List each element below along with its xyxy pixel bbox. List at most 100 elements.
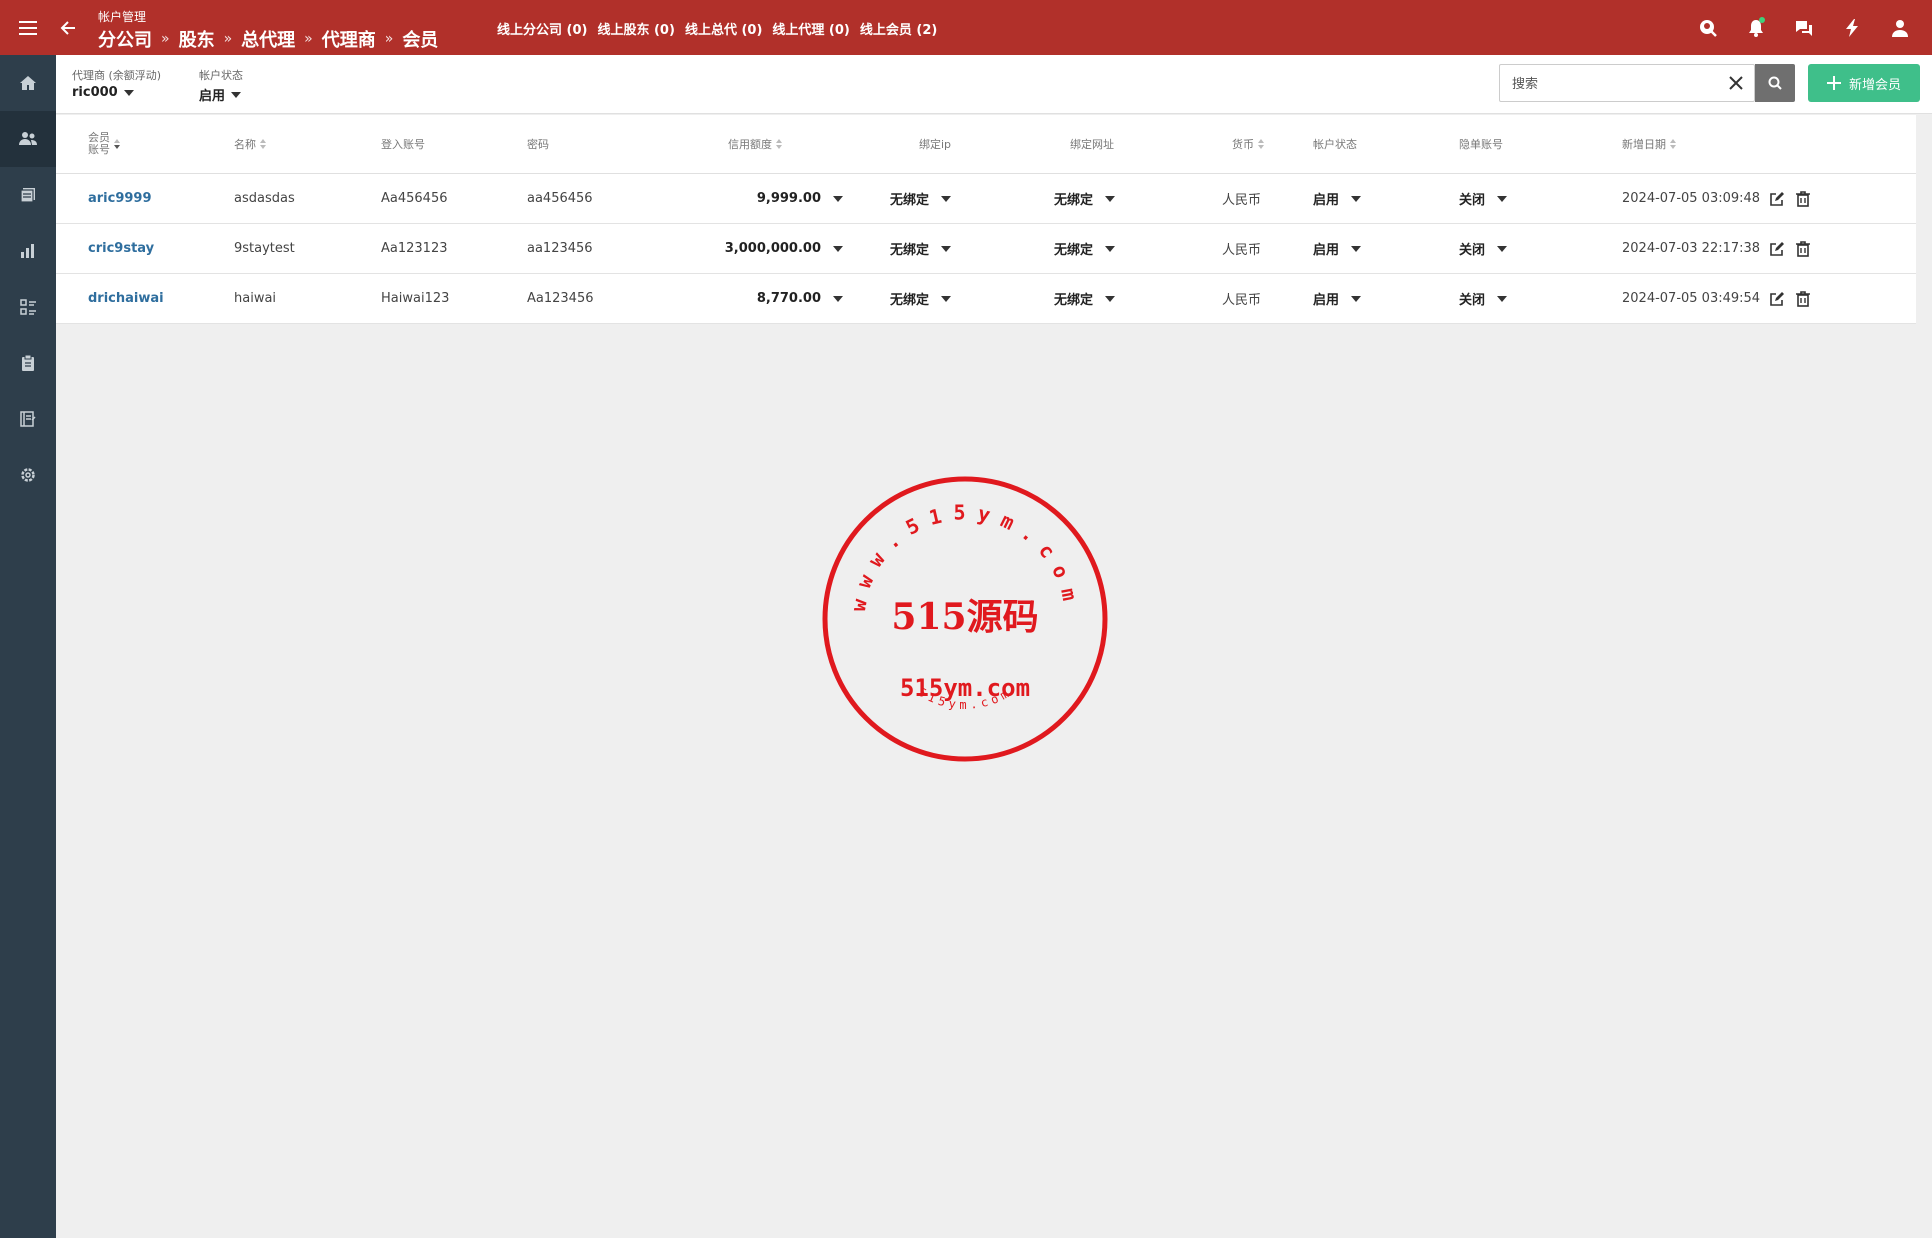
col-bind-ip: 绑定ip xyxy=(919,138,952,151)
breadcrumb-item-member: 会员 xyxy=(402,30,439,51)
add-member-button[interactable]: 新增会员 xyxy=(1808,64,1920,102)
table-header: 会员 账号 名称 登入账号 密码 信用额度 绑定ip 绑定网址 货币 帐户状态 隐… xyxy=(56,115,1916,174)
search-box xyxy=(1499,64,1755,102)
sidebar-item-home[interactable] xyxy=(0,55,56,111)
credit-dropdown[interactable]: 9,999.00 xyxy=(757,174,843,223)
chat-icon[interactable] xyxy=(1790,14,1818,42)
close-icon[interactable] xyxy=(1726,73,1746,93)
sort-icon xyxy=(114,139,120,149)
col-currency[interactable]: 货币 xyxy=(1232,115,1264,173)
sidebar-item-settings[interactable] xyxy=(0,447,56,503)
sort-icon xyxy=(1670,139,1676,149)
bell-icon[interactable] xyxy=(1742,14,1770,42)
col-name[interactable]: 名称 xyxy=(234,115,266,173)
caret-down-icon xyxy=(1497,245,1508,252)
online-stats: 线上分公司 (0) 线上股东 (0) 线上总代 (0) 线上代理 (0) 线上会… xyxy=(497,19,937,38)
breadcrumb-item-shareholder[interactable]: 股东 xyxy=(179,26,215,52)
currency: 人民币 xyxy=(1222,293,1262,308)
breadcrumb-item-agent[interactable]: 代理商 xyxy=(322,26,376,52)
watermark-stamp: www.515ym.com 515源码 515ym.com 515ym.com xyxy=(820,474,1110,764)
sidebar-item-users[interactable] xyxy=(0,111,56,167)
hidden-dropdown[interactable]: 关闭 xyxy=(1459,224,1508,273)
users-icon xyxy=(19,131,37,147)
caret-down-icon xyxy=(231,91,242,98)
agent-filter-label: 代理商 (余额浮动) xyxy=(72,69,162,82)
row-actions xyxy=(1769,224,1811,273)
top-bar: 帐户管理 分公司 » 股东 » 总代理 » 代理商 » 会员 线上分公司 (0)… xyxy=(0,0,1932,55)
breadcrumb-item-company[interactable]: 分公司 xyxy=(98,26,152,52)
caret-down-icon xyxy=(1351,195,1362,202)
breadcrumb-separator: » xyxy=(304,31,313,47)
edit-icon[interactable] xyxy=(1769,241,1785,257)
col-created[interactable]: 新增日期 xyxy=(1622,115,1676,173)
lightning-icon[interactable] xyxy=(1838,14,1866,42)
col-account[interactable]: 会员 账号 xyxy=(88,115,120,173)
trash-icon[interactable] xyxy=(1795,290,1811,307)
breadcrumb: 分公司 » 股东 » 总代理 » 代理商 » 会员 xyxy=(98,26,438,52)
col-credit[interactable]: 信用额度 xyxy=(728,115,782,173)
bind-ip-dropdown[interactable]: 无绑定 xyxy=(890,224,952,273)
online-member-count[interactable]: 线上会员 (2) xyxy=(860,19,937,38)
sidebar-item-clipboard[interactable] xyxy=(0,335,56,391)
search-input[interactable] xyxy=(1510,72,1714,96)
breadcrumb-item-general-agent[interactable]: 总代理 xyxy=(241,26,295,52)
hidden-dropdown[interactable]: 关闭 xyxy=(1459,274,1508,323)
status-dropdown[interactable]: 启用 xyxy=(1313,224,1362,273)
members-table: 会员 账号 名称 登入账号 密码 信用额度 绑定ip 绑定网址 货币 帐户状态 隐… xyxy=(56,115,1916,324)
sidebar-item-notebook[interactable] xyxy=(0,391,56,447)
search-user-icon[interactable] xyxy=(1694,14,1722,42)
caret-down-icon xyxy=(833,295,843,302)
table-row: aric9999 asdasdas Aa456456 aa456456 9,99… xyxy=(56,174,1916,224)
trash-icon[interactable] xyxy=(1795,240,1811,257)
search-button[interactable] xyxy=(1755,64,1795,102)
caret-down-icon xyxy=(1105,245,1116,252)
status-dropdown[interactable]: 启用 xyxy=(1313,174,1362,223)
member-name: 9staytest xyxy=(234,241,295,256)
currency: 人民币 xyxy=(1222,193,1262,208)
hidden-dropdown[interactable]: 关闭 xyxy=(1459,174,1508,223)
menu-icon[interactable] xyxy=(14,14,42,42)
member-login: Aa456456 xyxy=(381,191,448,206)
sidebar-item-documents[interactable] xyxy=(0,167,56,223)
online-general-agent-count[interactable]: 线上总代 (0) xyxy=(685,19,762,38)
online-company-count[interactable]: 线上分公司 (0) xyxy=(497,19,587,38)
agent-filter[interactable]: 代理商 (余额浮动) ric000 xyxy=(72,67,161,100)
member-account-link[interactable]: drichaiwai xyxy=(88,274,164,323)
credit-dropdown[interactable]: 8,770.00 xyxy=(757,274,843,323)
member-login: Aa123123 xyxy=(381,241,448,256)
breadcrumb-separator: » xyxy=(161,31,170,47)
gear-icon xyxy=(20,467,36,483)
online-agent-count[interactable]: 线上代理 (0) xyxy=(772,19,849,38)
created-date: 2024-07-05 03:49:54 xyxy=(1622,291,1761,306)
col-status: 帐户状态 xyxy=(1313,138,1357,151)
trash-icon[interactable] xyxy=(1795,190,1811,207)
edit-icon[interactable] xyxy=(1769,291,1785,307)
bar-chart-icon xyxy=(20,243,36,259)
section-title: 帐户管理 xyxy=(98,10,147,24)
back-arrow-icon[interactable] xyxy=(54,14,82,42)
row-actions xyxy=(1769,174,1811,223)
user-icon[interactable] xyxy=(1886,14,1914,42)
member-name: haiwai xyxy=(234,291,277,306)
sidebar-item-reports[interactable] xyxy=(0,223,56,279)
status-dropdown[interactable]: 启用 xyxy=(1313,274,1362,323)
credit-dropdown[interactable]: 3,000,000.00 xyxy=(725,224,843,273)
online-shareholder-count[interactable]: 线上股东 (0) xyxy=(597,19,674,38)
row-actions xyxy=(1769,274,1811,323)
member-account-link[interactable]: aric9999 xyxy=(88,174,152,223)
bind-url-dropdown[interactable]: 无绑定 xyxy=(1054,174,1116,223)
breadcrumb-separator: » xyxy=(384,31,394,47)
bind-url-dropdown[interactable]: 无绑定 xyxy=(1054,274,1116,323)
edit-icon[interactable] xyxy=(1769,191,1785,207)
member-account-link[interactable]: cric9stay xyxy=(88,224,154,273)
bind-url-dropdown[interactable]: 无绑定 xyxy=(1054,224,1116,273)
col-password: 密码 xyxy=(527,138,549,151)
sidebar-item-list[interactable] xyxy=(0,279,56,335)
bind-ip-dropdown[interactable]: 无绑定 xyxy=(890,174,952,223)
table-row: drichaiwai haiwai Haiwai123 Aa123456 8,7… xyxy=(56,274,1916,324)
caret-down-icon xyxy=(123,89,134,96)
status-filter[interactable]: 帐户状态 启用 xyxy=(199,67,243,104)
member-password: aa456456 xyxy=(527,191,593,206)
caret-down-icon xyxy=(1497,295,1508,302)
bind-ip-dropdown[interactable]: 无绑定 xyxy=(890,274,952,323)
